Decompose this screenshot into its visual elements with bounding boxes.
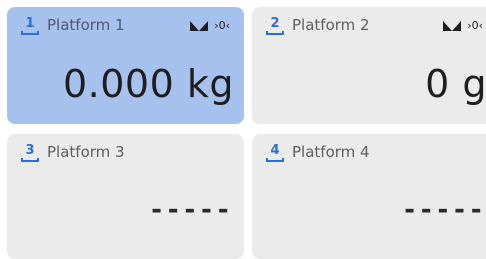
platform-number-badge: 1 xyxy=(20,17,40,35)
platform-grid: 1 Platform 1 ›0‹ 0.000 kg 2 Platform 2 ›… xyxy=(7,7,486,259)
platform-bracket-icon xyxy=(266,31,284,35)
platform-number: 2 xyxy=(270,16,280,31)
status-icons: ›0‹ xyxy=(190,18,230,34)
platform-label: Platform 2 xyxy=(292,16,370,34)
platform-tile-4[interactable]: 4 Platform 4 ----- xyxy=(252,134,486,259)
zero-icon: ›0‹ xyxy=(214,19,230,32)
platform-number: 1 xyxy=(25,16,35,31)
stability-icon xyxy=(443,21,462,31)
platform-tile-3[interactable]: 3 Platform 3 ----- xyxy=(7,134,244,259)
platform-bracket-icon xyxy=(21,158,39,162)
platform-number: 4 xyxy=(270,143,280,158)
platform-header: 4 Platform 4 xyxy=(265,142,486,164)
zero-icon: ›0‹ xyxy=(467,19,483,32)
platform-header: 3 Platform 3 xyxy=(20,142,234,164)
platform-bracket-icon xyxy=(266,158,284,162)
platform-number-badge: 2 xyxy=(265,17,285,35)
weight-reading-placeholder: ----- xyxy=(148,195,232,225)
platform-tile-2[interactable]: 2 Platform 2 ›0‹ 0 g xyxy=(252,7,486,124)
status-icons: ›0‹ xyxy=(443,18,483,34)
platform-label: Platform 4 xyxy=(292,143,370,161)
stability-icon xyxy=(190,21,209,31)
platform-number: 3 xyxy=(25,143,35,158)
platform-number-badge: 4 xyxy=(265,144,285,162)
platform-number-badge: 3 xyxy=(20,144,40,162)
platform-header: 2 Platform 2 ›0‹ xyxy=(265,15,486,37)
weight-reading: 0.000 kg xyxy=(63,62,234,106)
weight-reading: 0 g xyxy=(425,62,486,106)
platform-tile-1[interactable]: 1 Platform 1 ›0‹ 0.000 kg xyxy=(7,7,244,124)
platform-bracket-icon xyxy=(21,31,39,35)
platform-label: Platform 3 xyxy=(47,143,125,161)
weight-reading-placeholder: ----- xyxy=(401,195,485,225)
platform-label: Platform 1 xyxy=(47,16,125,34)
platform-header: 1 Platform 1 ›0‹ xyxy=(20,15,234,37)
